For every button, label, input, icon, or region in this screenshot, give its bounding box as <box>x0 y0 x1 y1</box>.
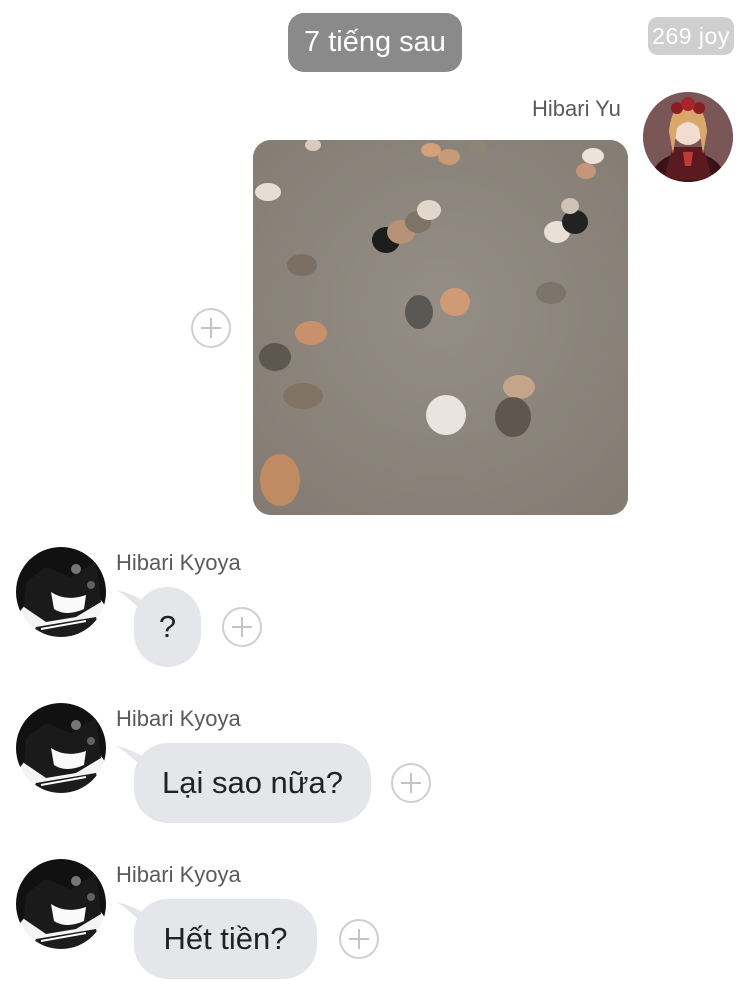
add-reaction-button[interactable] <box>391 763 431 803</box>
add-reaction-button[interactable] <box>191 308 231 348</box>
avatar-hibari-kyoya[interactable] <box>16 547 106 637</box>
message-bubble[interactable]: Hết tiền? <box>134 899 317 979</box>
sender-name-hibari-yu: Hibari Yu <box>532 96 621 121</box>
message-bubble[interactable]: ? <box>134 587 201 667</box>
add-reaction-button[interactable] <box>222 607 262 647</box>
cats-photo-icon <box>253 140 628 515</box>
avatar-boy-icon <box>16 703 106 793</box>
message-bubble[interactable]: Lại sao nữa? <box>134 743 371 823</box>
avatar-boy-icon <box>16 859 106 949</box>
shared-photo[interactable] <box>253 140 628 515</box>
add-reaction-button[interactable] <box>339 919 379 959</box>
sender-name-hibari-kyoya: Hibari Kyoya <box>116 706 241 731</box>
avatar-girl-icon <box>643 92 733 182</box>
avatar-hibari-yu[interactable] <box>643 92 733 182</box>
avatar-boy-icon <box>16 547 106 637</box>
watermark-badge: 269 joy <box>648 17 734 55</box>
sender-name-hibari-kyoya: Hibari Kyoya <box>116 862 241 887</box>
sender-name-hibari-kyoya: Hibari Kyoya <box>116 550 241 575</box>
avatar-hibari-kyoya[interactable] <box>16 859 106 949</box>
avatar-hibari-kyoya[interactable] <box>16 703 106 793</box>
time-separator: 7 tiếng sau <box>288 13 462 72</box>
